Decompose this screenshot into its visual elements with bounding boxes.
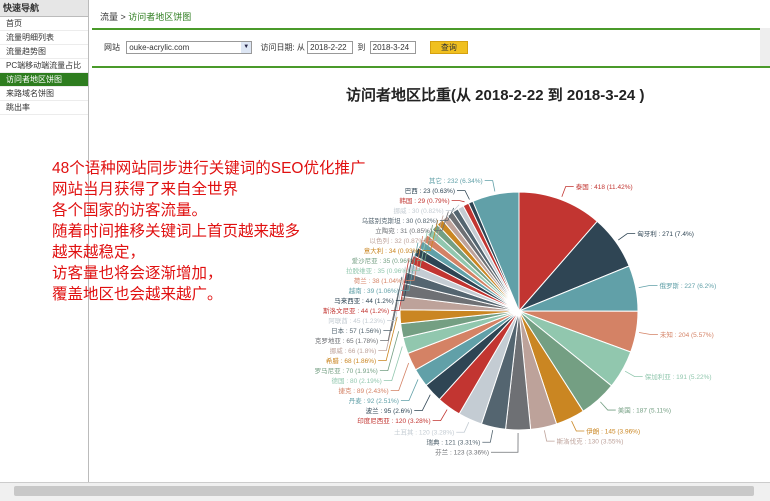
- slice-label: 以色列 : 32 (0.87%): [370, 236, 427, 245]
- slice-label: 伊朗 : 145 (3.96%): [586, 427, 640, 436]
- slice-label: 土耳其 : 120 (3.28%): [394, 428, 454, 437]
- label-line: [491, 432, 519, 453]
- slice-label: 意大利 : 34 (0.93%): [364, 246, 421, 255]
- label-line: [457, 190, 470, 200]
- slice-label: 斯洛文尼亚 : 44 (1.2%): [323, 306, 389, 315]
- label-line: [456, 422, 470, 433]
- promo-overlay-text: 48个语种网站同步进行关键词的SEO优化推广 网站当月获得了来自全世界 各个国家的访…: [52, 158, 365, 305]
- slice-label: 波兰 : 95 (2.6%): [366, 406, 413, 415]
- slice-label: 立陶宛 : 31 (0.85%): [375, 226, 432, 235]
- label-line: [639, 332, 658, 335]
- overlay-line: 网站当月获得了来自全世界: [52, 181, 239, 198]
- label-line: [561, 186, 574, 197]
- slice-label: 德国 : 80 (2.19%): [332, 376, 382, 385]
- slice-label: 瑞典 : 121 (3.31%): [427, 438, 481, 447]
- overlay-line: 越来越稳定，: [52, 244, 146, 261]
- label-line: [543, 430, 555, 442]
- label-line: [484, 180, 496, 192]
- slice-label: 克罗地亚 : 65 (1.78%): [315, 336, 378, 345]
- label-line: [414, 394, 431, 412]
- scrollbar-thumb[interactable]: [14, 486, 754, 496]
- label-line: [451, 200, 465, 203]
- slice-label: 日本 : 57 (1.56%): [331, 326, 381, 335]
- slice-label: 斯洛伐克 : 130 (3.55%): [557, 437, 624, 446]
- overlay-line: 48个语种网站同步进行关键词的SEO优化推广: [52, 160, 366, 177]
- label-line: [482, 430, 494, 443]
- slice-label: 未知 : 204 (5.57%): [660, 330, 714, 339]
- label-line: [432, 409, 448, 422]
- label-line: [638, 285, 658, 288]
- overlay-line: 各个国家的访客流量。: [52, 202, 208, 219]
- slice-label: 罗马尼亚 : 70 (1.91%): [315, 367, 378, 375]
- horizontal-scrollbar[interactable]: [0, 482, 770, 501]
- label-line: [600, 401, 616, 411]
- slice-label: 巴西 : 23 (0.63%): [405, 187, 455, 195]
- slice-label: 泰国 : 418 (11.42%): [576, 182, 633, 191]
- slice-label: 印度尼西亚 : 120 (3.28%): [357, 416, 430, 425]
- slice-label: 匈牙利 : 271 (7.4%): [637, 229, 694, 238]
- overlay-line: 访客量也将会逐渐增加，: [52, 265, 223, 282]
- label-line: [624, 370, 643, 378]
- slice-label: 希腊 : 68 (1.86%): [326, 356, 376, 365]
- slice-label: 挪威 : 30 (0.82%): [393, 206, 443, 215]
- slice-label: 保加利亚 : 191 (5.22%): [645, 372, 712, 381]
- slice-label: 捷克 : 89 (2.43%): [338, 386, 388, 395]
- overlay-line: 随着时间推移关键词上首页越来越多: [52, 223, 301, 240]
- slice-label: 韩国 : 29 (0.79%): [399, 196, 449, 205]
- slice-label: 俄罗斯 : 227 (6.2%): [660, 281, 717, 290]
- label-line: [571, 420, 585, 432]
- overlay-line: 覆盖地区也会越来越广。: [52, 286, 223, 303]
- label-line: [618, 233, 636, 241]
- slice-label: 乌兹别克斯坦 : 30 (0.82%): [362, 216, 438, 225]
- label-line: [390, 362, 410, 392]
- slice-label: 美国 : 187 (5.11%): [618, 406, 671, 415]
- slice-label: 芬兰 : 123 (3.36%): [435, 448, 489, 457]
- label-line: [400, 379, 419, 402]
- slice-label: 挪威 : 66 (1.8%): [330, 346, 377, 355]
- slice-label: 丹麦 : 92 (2.51%): [349, 396, 399, 405]
- slice-label: 阿联酋 : 45 (1.23%): [328, 316, 385, 325]
- slice-label: 其它 : 232 (6.34%): [429, 176, 483, 185]
